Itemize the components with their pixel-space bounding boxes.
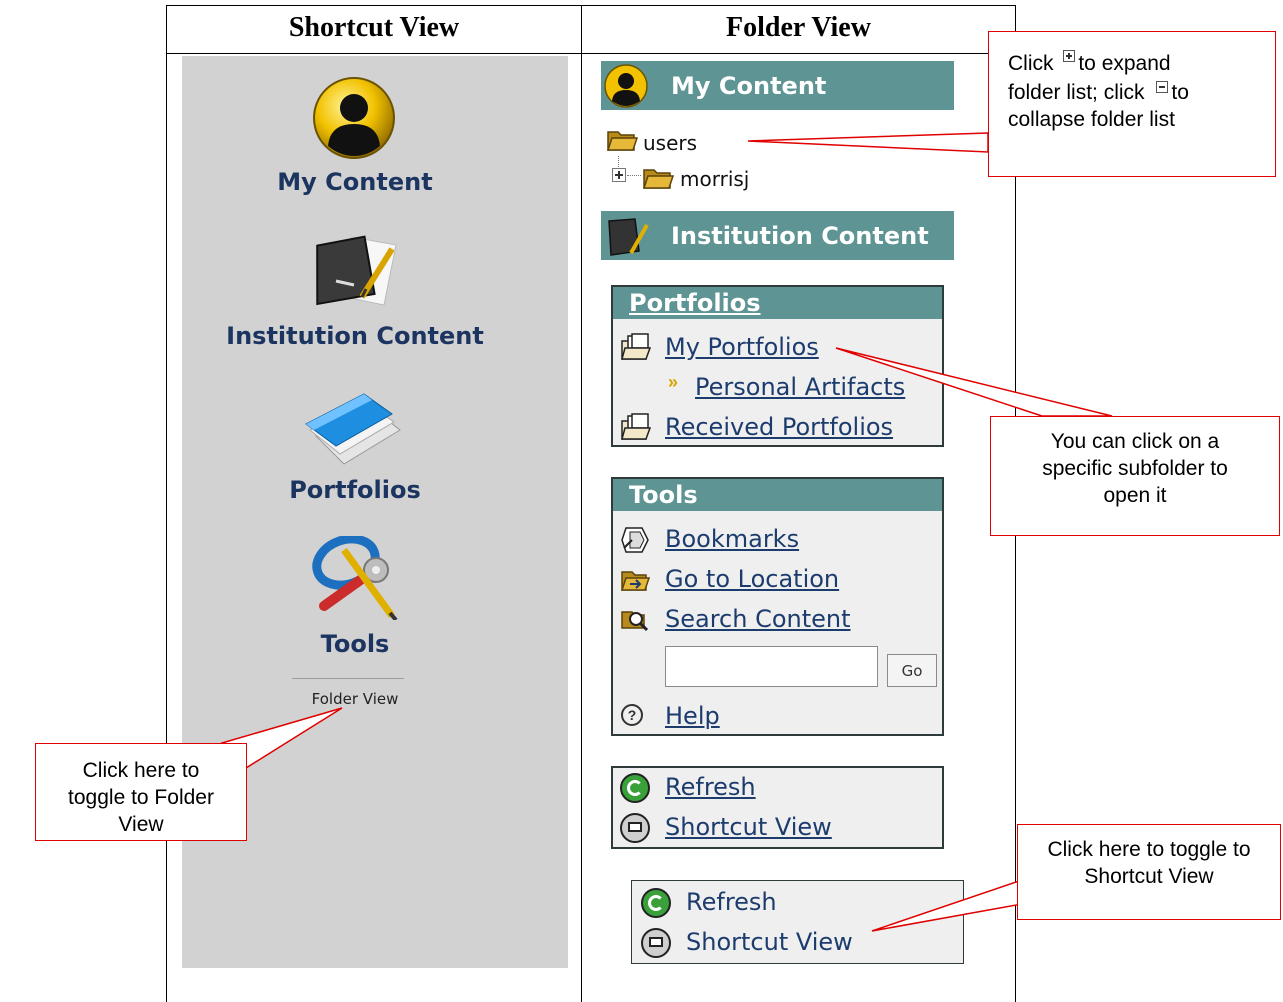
folder-view-column-title: Folder View xyxy=(726,12,871,43)
expand-callout-line2: folder list; click to xyxy=(1008,80,1189,104)
shortcut-view-link[interactable]: Shortcut View xyxy=(665,813,832,841)
open-folder-icon xyxy=(620,413,652,441)
expand-callout-line1: Click to expand xyxy=(1008,50,1171,75)
expand-collapse-callout: Click to expand folder list; click to co… xyxy=(988,31,1276,177)
blue-folder-icon[interactable] xyxy=(302,386,402,468)
tools-icon[interactable] xyxy=(304,534,404,622)
plus-box-icon xyxy=(1063,50,1076,62)
institution-header-icon xyxy=(605,213,651,259)
my-content-header[interactable]: My Content xyxy=(601,61,954,110)
go-button[interactable]: Go xyxy=(887,654,937,687)
folder-view-link[interactable]: Folder View xyxy=(182,690,528,708)
toggle-shortcut-view-callout: Click here to toggle to Shortcut View xyxy=(1017,824,1281,920)
refresh-icon xyxy=(641,888,671,918)
bookmarks-link[interactable]: Bookmarks xyxy=(665,525,799,553)
personal-artifacts-link[interactable]: Personal Artifacts xyxy=(695,373,905,401)
tree-users[interactable]: users xyxy=(643,131,697,155)
shortcut-portfolios-label[interactable]: Portfolios xyxy=(182,476,528,504)
table-middle-border xyxy=(581,5,582,1002)
morrisj-folder-icon xyxy=(642,164,675,190)
tree-connector xyxy=(618,156,619,167)
table-header-divider xyxy=(166,53,1016,54)
institution-header-label: Institution Content xyxy=(671,221,929,250)
minus-box-icon xyxy=(1156,80,1169,93)
go-to-location-link[interactable]: Go to Location xyxy=(665,565,839,593)
shortcut-divider xyxy=(292,678,404,679)
search-content-link[interactable]: Search Content xyxy=(665,605,851,633)
expand-callout-line3: collapse folder list xyxy=(1008,107,1175,131)
my-portfolios-link[interactable]: My Portfolios xyxy=(665,333,819,361)
shortcut-view-icon xyxy=(641,928,671,958)
tools-box-title: Tools xyxy=(613,479,942,511)
refresh-link[interactable]: Refresh xyxy=(665,773,756,801)
shortcut-view-icon xyxy=(620,813,650,843)
toggle-folder-view-callout: Click here to toggle to Folder View xyxy=(35,743,247,841)
tree-connector xyxy=(627,175,641,176)
shortcut-view-column-title: Shortcut View xyxy=(288,12,460,43)
table-left-border xyxy=(166,5,167,1002)
my-content-header-icon xyxy=(603,63,649,109)
bookmarks-icon xyxy=(620,526,650,554)
help-link[interactable]: Help xyxy=(665,702,720,730)
tree-morrisj[interactable]: morrisj xyxy=(680,167,749,191)
portfolios-box-title[interactable]: Portfolios xyxy=(613,287,942,319)
double-chevron-icon: » xyxy=(668,372,679,392)
open-folder-icon xyxy=(620,333,652,361)
shortcut-institution-content-label[interactable]: Institution Content xyxy=(182,322,528,350)
my-content-icon[interactable] xyxy=(310,76,400,160)
expand-plus-icon[interactable] xyxy=(612,168,626,182)
received-portfolios-link[interactable]: Received Portfolios xyxy=(665,413,893,441)
search-input[interactable] xyxy=(665,646,878,687)
refresh-icon xyxy=(620,773,650,803)
subfolder-callout: You can click on a specific subfolder to… xyxy=(990,416,1280,536)
chalkboard-icon[interactable] xyxy=(306,231,401,311)
help-icon: ? xyxy=(621,704,643,726)
shortcut-view-label-zoomed[interactable]: Shortcut View xyxy=(686,928,853,956)
go-to-location-icon xyxy=(620,566,651,592)
users-folder-icon xyxy=(606,126,639,152)
refresh-label-zoomed[interactable]: Refresh xyxy=(686,888,777,916)
shortcut-my-content-label[interactable]: My Content xyxy=(182,168,528,196)
shortcut-tools-label[interactable]: Tools xyxy=(182,630,528,658)
search-content-icon xyxy=(620,606,650,632)
my-content-header-label: My Content xyxy=(671,71,827,100)
institution-content-header[interactable]: Institution Content xyxy=(601,211,954,260)
